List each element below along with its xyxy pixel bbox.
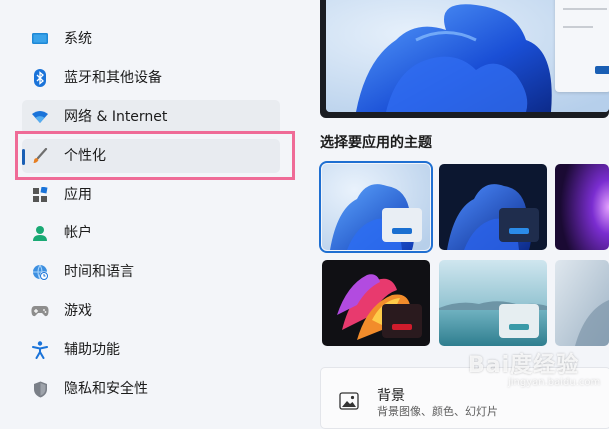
sidebar-item-accounts[interactable]: 帐户 <box>22 216 280 250</box>
theme-preview-window <box>382 208 422 242</box>
sidebar-item-label: 蓝牙和其他设备 <box>64 70 162 86</box>
sidebar-item-label: 系统 <box>64 31 92 47</box>
theme-sunrise-lake[interactable] <box>439 260 547 346</box>
sidebar-item-label: 应用 <box>64 187 92 203</box>
sidebar-item-label: 时间和语言 <box>64 264 134 280</box>
sidebar-item-label: 游戏 <box>64 303 92 319</box>
globe-clock-icon <box>31 264 49 280</box>
sidebar-item-gaming[interactable]: 游戏 <box>22 294 280 328</box>
image-icon <box>339 392 359 410</box>
sidebar-item-system[interactable]: 系统 <box>22 22 280 56</box>
theme-flow[interactable] <box>555 260 609 346</box>
gamepad-icon <box>31 303 49 319</box>
background-subtitle: 背景图像、颜色、幻灯片 <box>377 405 498 418</box>
monitor-icon <box>31 31 49 47</box>
theme-preview-window <box>499 304 539 338</box>
sidebar-item-network[interactable]: 网络 & Internet <box>22 100 280 134</box>
sidebar-item-label: 网络 & Internet <box>64 109 168 125</box>
sidebar-item-label: 帐户 <box>64 225 92 241</box>
theme-preview-window <box>499 208 539 242</box>
apps-icon <box>31 187 49 203</box>
theme-glow[interactable] <box>555 164 609 250</box>
wifi-icon <box>31 109 49 125</box>
accessibility-icon <box>31 341 49 359</box>
background-title: 背景 <box>377 388 405 404</box>
theme-preview-window <box>382 304 422 338</box>
shield-icon <box>31 381 49 397</box>
sidebar-item-label: 隐私和安全性 <box>64 381 148 397</box>
sidebar-item-apps[interactable]: 应用 <box>22 178 280 212</box>
sidebar-item-time-language[interactable]: 时间和语言 <box>22 255 280 289</box>
watermark-sub: jingyan.baidu.com <box>508 377 601 388</box>
highlight-annotation <box>15 131 295 180</box>
sidebar-item-privacy[interactable]: 隐私和安全性 <box>22 372 280 406</box>
sidebar-item-label: 辅助功能 <box>64 342 120 358</box>
theme-preview <box>320 0 609 118</box>
themes-section-title: 选择要应用的主题 <box>320 135 432 151</box>
theme-light-bloom[interactable] <box>319 161 433 253</box>
settings-sidebar: 系统 蓝牙和其他设备 网络 & Internet 个性化 应用 帐户 时间和语言… <box>0 0 300 411</box>
preview-window <box>555 0 609 92</box>
theme-dark-bloom[interactable] <box>439 164 547 250</box>
sidebar-item-accessibility[interactable]: 辅助功能 <box>22 333 280 367</box>
person-icon <box>31 225 49 241</box>
theme-captured-motion[interactable] <box>322 260 430 346</box>
watermark: Bai度经验 jingyan.baidu.com <box>468 347 604 407</box>
sidebar-item-bluetooth[interactable]: 蓝牙和其他设备 <box>22 61 280 95</box>
bluetooth-icon <box>31 69 49 87</box>
watermark-main: Bai度经验 <box>468 353 580 378</box>
